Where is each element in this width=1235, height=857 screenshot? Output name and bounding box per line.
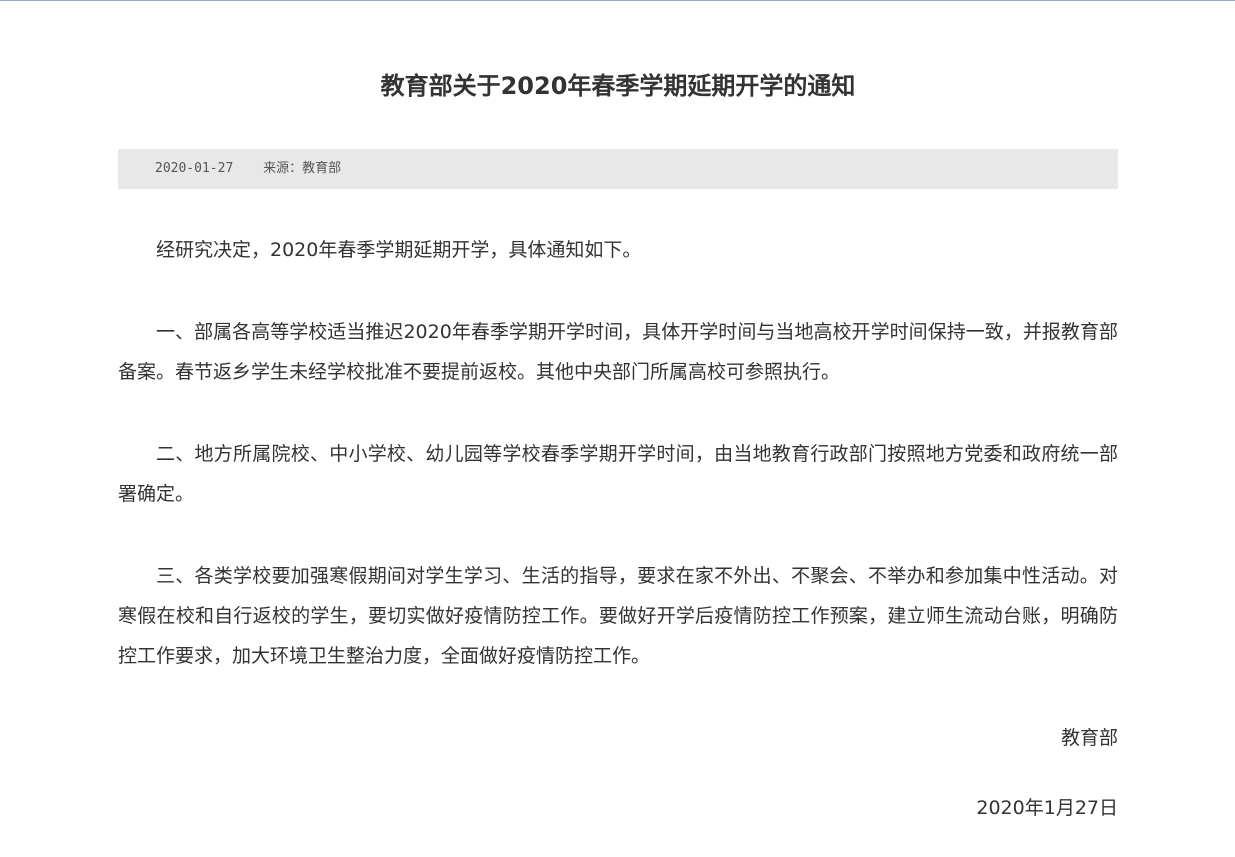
source-label: 来源：教育部 xyxy=(263,161,342,176)
publish-date: 2020-01-27 xyxy=(155,161,234,176)
meta-bar: 2020-01-27 来源：教育部 xyxy=(118,149,1118,189)
article-title: 教育部关于2020年春季学期延期开学的通知 xyxy=(380,72,856,100)
paragraph-item-2: 二、地方所属院校、中小学校、幼儿园等学校春季学期开学时间，由当地教育行政部门按照… xyxy=(118,443,1118,505)
article-body: 经研究决定，2020年春季学期延期开学，具体通知如下。 一、部属各高等学校适当推… xyxy=(118,230,1118,828)
signature-org: 教育部 xyxy=(1060,727,1118,749)
paragraph-intro: 经研究决定，2020年春季学期延期开学，具体通知如下。 xyxy=(156,239,642,261)
paragraph-item-3: 三、各类学校要加强寒假期间对学生学习、生活的指导，要求在家不外出、不聚会、不举办… xyxy=(118,565,1118,667)
signature-date: 2020年1月27日 xyxy=(976,797,1118,819)
paragraph-item-1: 一、部属各高等学校适当推迟2020年春季学期开学时间，具体开学时间与当地高校开学… xyxy=(118,321,1118,383)
top-border xyxy=(0,0,1235,1)
